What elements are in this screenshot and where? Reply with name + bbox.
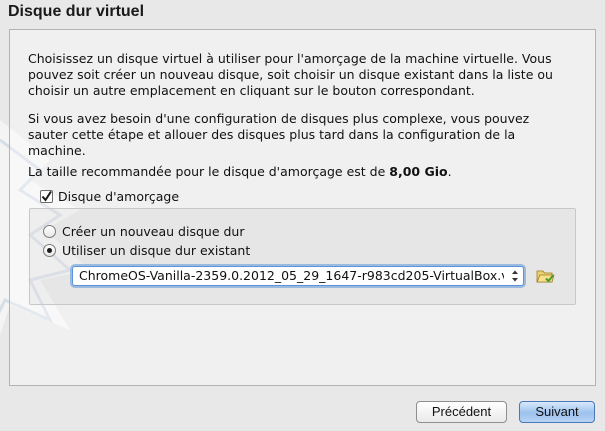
recommended-size-text: La taille recommandée pour le disque d'a… [28,164,568,180]
boot-disk-checkbox[interactable] [40,189,53,203]
updown-arrows-icon [512,270,518,282]
boot-disk-checkbox-row[interactable]: Disque d'amorçage [40,187,179,205]
create-new-label: Créer un nouveau disque dur [62,223,245,239]
existing-disk-select[interactable]: ChromeOS-Vanilla-2359.0.2012_05_29_1647-… [72,266,524,286]
radio-selected-dot [47,247,52,253]
previous-button[interactable]: Précédent [416,401,507,423]
disk-options-group: Créer un nouveau disque dur Utiliser un … [29,208,576,305]
boot-disk-label: Disque d'amorçage [58,188,180,204]
use-existing-disk-option[interactable]: Utiliser un disque dur existant [43,241,250,259]
checkmark-icon [41,190,52,202]
create-new-disk-option[interactable]: Créer un nouveau disque dur [43,222,244,240]
recommended-size: 8,00 Gio [389,164,448,179]
window-title: Disque dur virtuel [8,3,145,20]
recommended-prefix: La taille recommandée pour le disque d'a… [28,164,390,179]
use-existing-label: Utiliser un disque dur existant [62,242,251,258]
existing-disk-value: ChromeOS-Vanilla-2359.0.2012_05_29_1647-… [79,268,504,283]
recommended-suffix: . [447,164,452,179]
use-existing-radio[interactable] [43,243,56,257]
next-button[interactable]: Suivant [519,401,595,423]
create-new-radio[interactable] [43,224,56,238]
advanced-paragraph: Si vous avez besoin d'une configuration … [28,111,530,158]
choose-disk-file-button[interactable] [535,266,555,286]
content-panel: Choisissez un disque virtuel à utiliser … [9,29,596,386]
folder-open-icon [536,270,555,283]
intro-paragraph: Choisissez un disque virtuel à utiliser … [28,51,553,98]
